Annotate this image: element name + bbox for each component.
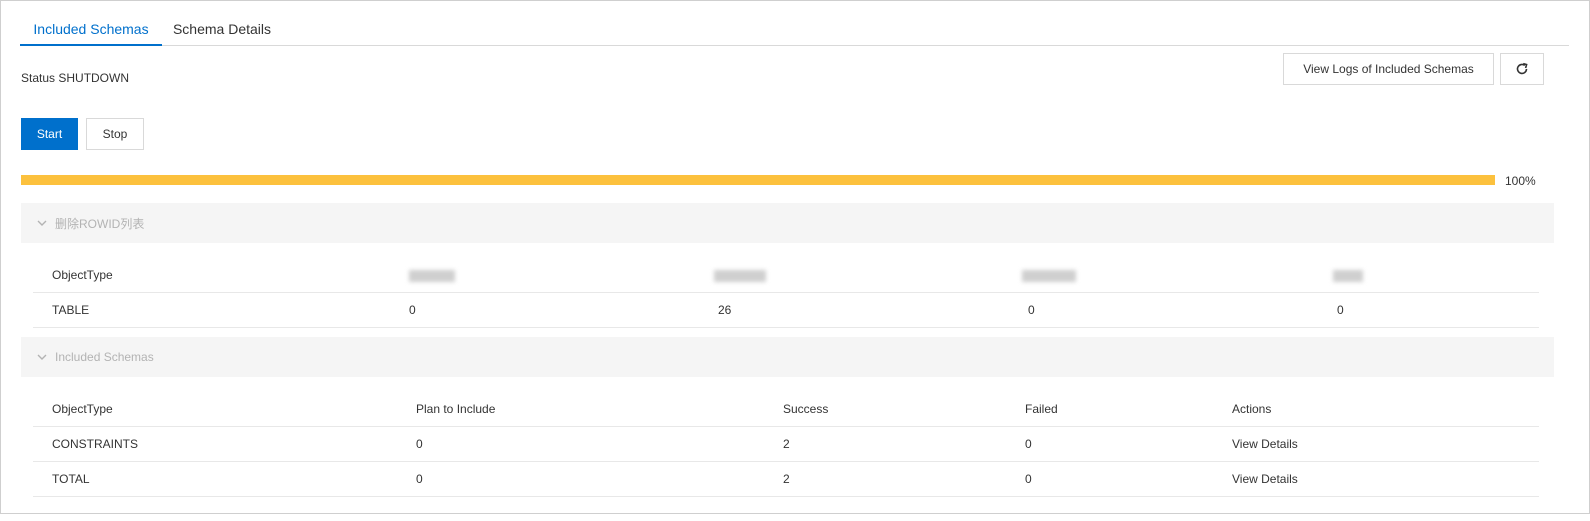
view-details-link[interactable]: View Details xyxy=(1232,462,1298,496)
cell-object-type: TABLE xyxy=(52,303,90,317)
schemas-table-header: ObjectType Plan to Include Success Faile… xyxy=(33,392,1539,427)
column-header-failed: Failed xyxy=(1025,402,1058,416)
column-header-objecttype: ObjectType xyxy=(52,268,113,282)
stop-button[interactable]: Stop xyxy=(86,118,144,150)
rowid-section-header[interactable]: 删除ROWID列表 xyxy=(21,203,1554,243)
table-row: TABLE 0 26 0 0 xyxy=(33,293,1539,328)
cell-object-type: CONSTRAINTS xyxy=(52,437,139,451)
progress-percent: 100% xyxy=(1505,174,1536,188)
cell-plan: 0 xyxy=(416,437,423,451)
cell-value: 0 xyxy=(1337,303,1344,317)
cell-value: 0 xyxy=(409,303,416,317)
tab-schema-details[interactable]: Schema Details xyxy=(162,1,282,45)
cell-success: 2 xyxy=(783,437,790,451)
view-logs-button[interactable]: View Logs of Included Schemas xyxy=(1283,53,1494,85)
column-header-plan: Plan to Include xyxy=(416,402,496,416)
chevron-down-icon xyxy=(37,354,47,360)
column-header-objecttype: ObjectType xyxy=(52,402,113,416)
progress-fill xyxy=(21,175,1495,185)
column-header-redacted xyxy=(1333,258,1363,292)
rowid-section-title: 删除ROWID列表 xyxy=(55,216,145,231)
start-button[interactable]: Start xyxy=(21,118,78,150)
column-header-success: Success xyxy=(783,402,829,416)
cell-failed: 0 xyxy=(1025,472,1032,486)
rowid-table-header: ObjectType xyxy=(33,258,1539,293)
table-row: TOTAL 0 2 0 View Details xyxy=(33,462,1539,497)
included-schemas-section-header[interactable]: Included Schemas xyxy=(21,337,1554,377)
column-header-actions: Actions xyxy=(1232,402,1272,416)
refresh-icon xyxy=(1516,62,1528,75)
column-header-redacted xyxy=(409,258,455,292)
view-details-link[interactable]: View Details xyxy=(1232,427,1298,461)
chevron-down-icon xyxy=(37,220,47,226)
tab-bar: Included Schemas Schema Details xyxy=(20,1,1569,46)
column-header-redacted xyxy=(1022,258,1076,292)
table-row: CONSTRAINTS 0 2 0 View Details xyxy=(33,427,1539,462)
cell-value: 26 xyxy=(718,303,732,317)
tab-included-schemas[interactable]: Included Schemas xyxy=(20,1,162,46)
cell-object-type: TOTAL xyxy=(52,472,90,486)
progress-bar xyxy=(21,175,1495,185)
cell-value: 0 xyxy=(1028,303,1035,317)
status-text: Status SHUTDOWN xyxy=(21,71,130,85)
column-header-redacted xyxy=(714,258,766,292)
cell-plan: 0 xyxy=(416,472,423,486)
main-panel: Included Schemas Schema Details Status S… xyxy=(0,0,1590,514)
cell-failed: 0 xyxy=(1025,437,1032,451)
refresh-button[interactable] xyxy=(1500,53,1544,85)
cell-success: 2 xyxy=(783,472,790,486)
included-schemas-section-title: Included Schemas xyxy=(55,350,154,364)
